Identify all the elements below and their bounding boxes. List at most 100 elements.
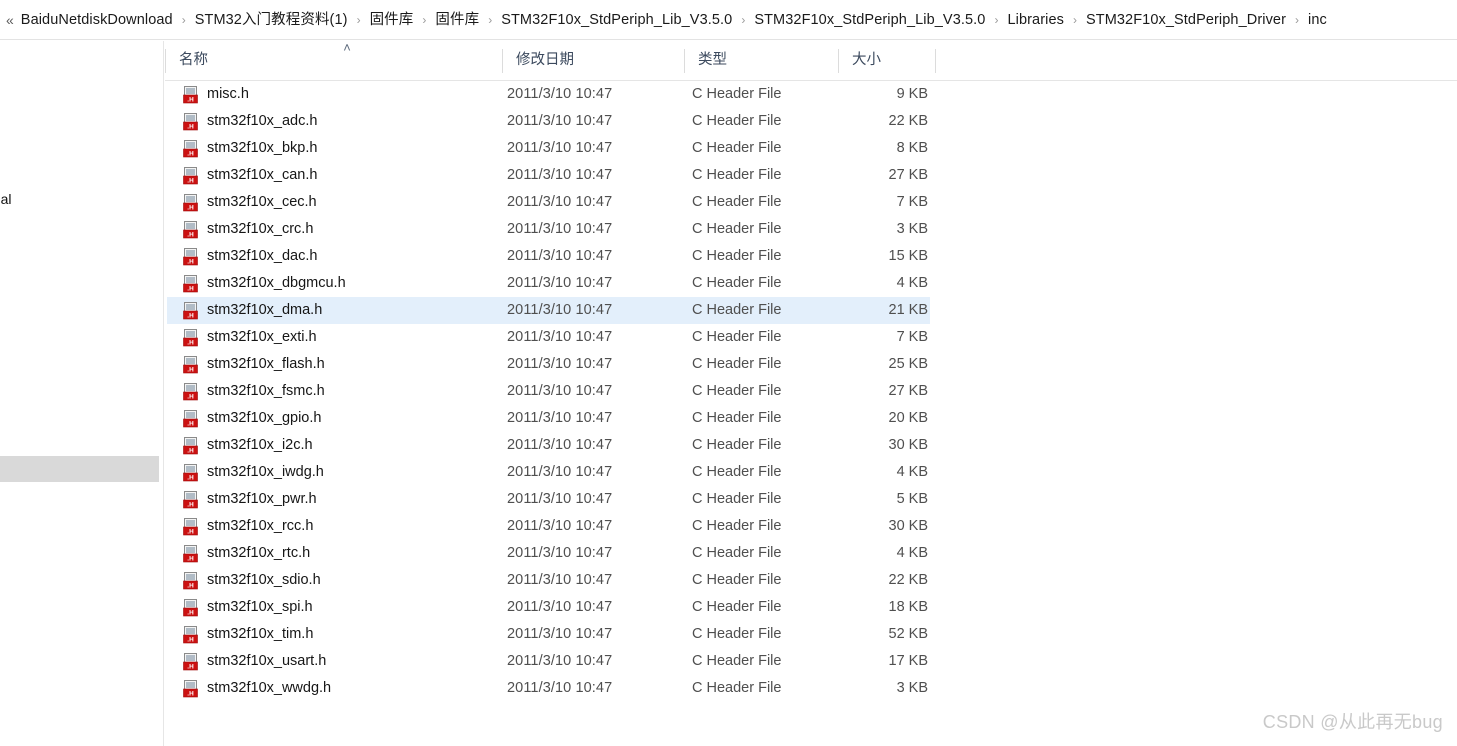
table-row[interactable]: .H stm32f10x_adc.h 2011/3/10 10:47 C Header… xyxy=(167,108,930,135)
column-header-name[interactable]: 名称 xyxy=(165,41,502,80)
table-row[interactable]: .H stm32f10x_flash.h 2011/3/10 10:47 C Head… xyxy=(167,351,930,378)
breadcrumb-item[interactable]: inc xyxy=(1306,12,1329,28)
table-row[interactable]: .H stm32f10x_gpio.h 2011/3/10 10:47 C Heade… xyxy=(167,405,930,432)
file-size-cell: 20 KB xyxy=(888,410,929,426)
column-divider-end[interactable] xyxy=(935,49,936,73)
table-row[interactable]: .H stm32f10x_tim.h 2011/3/10 10:47 C Header… xyxy=(167,621,930,648)
file-name-cell: stm32f10x_sdio.h xyxy=(207,572,321,588)
table-row[interactable]: .H stm32f10x_dma.h 2011/3/10 10:47 C Header… xyxy=(167,297,930,324)
svg-text:.H: .H xyxy=(187,663,194,670)
table-row[interactable]: .H stm32f10x_bkp.h 2011/3/10 10:47 C Header… xyxy=(167,135,930,162)
breadcrumb-chevron-icon[interactable]: › xyxy=(987,13,1005,27)
table-row[interactable]: .H stm32f10x_rcc.h 2011/3/10 10:47 C Header… xyxy=(167,513,930,540)
date-modified-cell: 2011/3/10 10:47 xyxy=(507,680,613,696)
table-row[interactable]: .H stm32f10x_iwdg.h 2011/3/10 10:47 C Heade… xyxy=(167,459,930,486)
file-type-cell: C Header File xyxy=(692,356,782,372)
c-header-file-icon: .H xyxy=(183,221,200,239)
breadcrumb-item[interactable]: 固件库 xyxy=(368,12,416,28)
breadcrumb-chevron-icon[interactable]: › xyxy=(415,13,433,27)
table-row[interactable]: .H stm32f10x_pwr.h 2011/3/10 10:47 C Header… xyxy=(167,486,930,513)
breadcrumb-chevron-icon[interactable]: › xyxy=(1288,13,1306,27)
file-type-cell: C Header File xyxy=(692,545,782,561)
breadcrumb-item[interactable]: Libraries xyxy=(1005,12,1066,28)
file-size-cell: 3 KB xyxy=(896,221,928,237)
breadcrumb-chevron-icon[interactable]: › xyxy=(350,13,368,27)
table-row[interactable]: .H stm32f10x_dbgmcu.h 2011/3/10 10:47 C Hea… xyxy=(167,270,930,297)
breadcrumb-item[interactable]: 固件库 xyxy=(433,12,481,28)
file-name-cell: stm32f10x_spi.h xyxy=(207,599,313,615)
breadcrumb[interactable]: « BaiduNetdiskDownload › STM32入门教程资料(1) › 固件… xyxy=(0,0,1457,40)
svg-text:.H: .H xyxy=(187,690,194,697)
breadcrumb-overflow-icon[interactable]: « xyxy=(4,0,19,39)
c-header-file-icon: .H xyxy=(183,302,200,320)
file-name-cell: stm32f10x_crc.h xyxy=(207,221,314,237)
breadcrumb-item[interactable]: STM32F10x_StdPeriph_Lib_V3.5.0 xyxy=(499,12,734,28)
file-type-cell: C Header File xyxy=(692,302,782,318)
column-header-date-modified[interactable]: 修改日期 xyxy=(502,41,684,80)
date-modified-cell: 2011/3/10 10:47 xyxy=(507,248,613,264)
file-size-cell: 7 KB xyxy=(896,194,928,210)
file-size-cell: 25 KB xyxy=(888,356,929,372)
file-name-cell: stm32f10x_iwdg.h xyxy=(207,464,324,480)
c-header-file-icon: .H xyxy=(183,329,200,347)
column-header-type[interactable]: 类型 xyxy=(684,41,838,80)
svg-text:.H: .H xyxy=(187,393,194,400)
file-type-cell: C Header File xyxy=(692,86,782,102)
file-size-cell: 5 KB xyxy=(896,491,928,507)
table-row[interactable]: .H stm32f10x_wwdg.h 2011/3/10 10:47 C Heade… xyxy=(167,675,930,702)
file-list-pane: 名称 ˄ 修改日期 类型 大小 .H misc.h 2011/3/10 10:47 C… xyxy=(165,41,1457,746)
date-modified-cell: 2011/3/10 10:47 xyxy=(507,167,613,183)
date-modified-cell: 2011/3/10 10:47 xyxy=(507,329,613,345)
table-row[interactable]: .H stm32f10x_sdio.h 2011/3/10 10:47 C Heade… xyxy=(167,567,930,594)
date-modified-cell: 2011/3/10 10:47 xyxy=(507,302,613,318)
file-type-cell: C Header File xyxy=(692,626,782,642)
table-row[interactable]: .H stm32f10x_crc.h 2011/3/10 10:47 C Header… xyxy=(167,216,930,243)
file-name-cell: stm32f10x_fsmc.h xyxy=(207,383,325,399)
c-header-file-icon: .H xyxy=(183,275,200,293)
file-type-cell: C Header File xyxy=(692,653,782,669)
file-size-cell: 3 KB xyxy=(896,680,928,696)
file-type-cell: C Header File xyxy=(692,113,782,129)
c-header-file-icon: .H xyxy=(183,491,200,509)
breadcrumb-chevron-icon[interactable]: › xyxy=(175,13,193,27)
breadcrumb-chevron-icon[interactable]: › xyxy=(1066,13,1084,27)
file-name-cell: stm32f10x_dbgmcu.h xyxy=(207,275,346,291)
svg-text:.H: .H xyxy=(187,150,194,157)
breadcrumb-item[interactable]: STM32F10x_StdPeriph_Lib_V3.5.0 xyxy=(752,12,987,28)
table-row[interactable]: .H stm32f10x_i2c.h 2011/3/10 10:47 C Header… xyxy=(167,432,930,459)
table-row[interactable]: .H stm32f10x_dac.h 2011/3/10 10:47 C Header… xyxy=(167,243,930,270)
date-modified-cell: 2011/3/10 10:47 xyxy=(507,599,613,615)
table-row[interactable]: .H stm32f10x_cec.h 2011/3/10 10:47 C Header… xyxy=(167,189,930,216)
file-type-cell: C Header File xyxy=(692,275,782,291)
date-modified-cell: 2011/3/10 10:47 xyxy=(507,491,613,507)
svg-text:.H: .H xyxy=(187,501,194,508)
table-row[interactable]: .H misc.h 2011/3/10 10:47 C Header File 9 KB xyxy=(167,81,930,108)
breadcrumb-item[interactable]: STM32入门教程资料(1) xyxy=(193,12,350,28)
file-size-cell: 27 KB xyxy=(888,383,929,399)
breadcrumb-item[interactable]: STM32F10x_StdPeriph_Driver xyxy=(1084,12,1288,28)
table-row[interactable]: .H stm32f10x_fsmc.h 2011/3/10 10:47 C Heade… xyxy=(167,378,930,405)
breadcrumb-chevron-icon[interactable]: › xyxy=(734,13,752,27)
date-modified-cell: 2011/3/10 10:47 xyxy=(507,86,613,102)
navigation-pane[interactable]: sonal xyxy=(0,41,164,746)
nav-item-label-clipped[interactable]: sonal xyxy=(0,191,11,207)
c-header-file-icon: .H xyxy=(183,518,200,536)
table-row[interactable]: .H stm32f10x_exti.h 2011/3/10 10:47 C Heade… xyxy=(167,324,930,351)
breadcrumb-item[interactable]: BaiduNetdiskDownload xyxy=(19,12,175,28)
svg-text:.H: .H xyxy=(187,555,194,562)
column-header-size[interactable]: 大小 xyxy=(838,41,935,80)
table-row[interactable]: .H stm32f10x_usart.h 2011/3/10 10:47 C Head… xyxy=(167,648,930,675)
svg-text:.H: .H xyxy=(187,636,194,643)
date-modified-cell: 2011/3/10 10:47 xyxy=(507,437,613,453)
table-row[interactable]: .H stm32f10x_spi.h 2011/3/10 10:47 C Header… xyxy=(167,594,930,621)
file-size-cell: 30 KB xyxy=(888,437,929,453)
file-name-cell: stm32f10x_adc.h xyxy=(207,113,318,129)
table-row[interactable]: .H stm32f10x_rtc.h 2011/3/10 10:47 C Header… xyxy=(167,540,930,567)
svg-text:.H: .H xyxy=(187,582,194,589)
table-row[interactable]: .H stm32f10x_can.h 2011/3/10 10:47 C Header… xyxy=(167,162,930,189)
nav-item-highlight[interactable] xyxy=(0,456,159,482)
svg-text:.H: .H xyxy=(187,420,194,427)
file-explorer-window: « BaiduNetdiskDownload › STM32入门教程资料(1) › 固件… xyxy=(0,0,1457,746)
c-header-file-icon: .H xyxy=(183,599,200,617)
breadcrumb-chevron-icon[interactable]: › xyxy=(481,13,499,27)
